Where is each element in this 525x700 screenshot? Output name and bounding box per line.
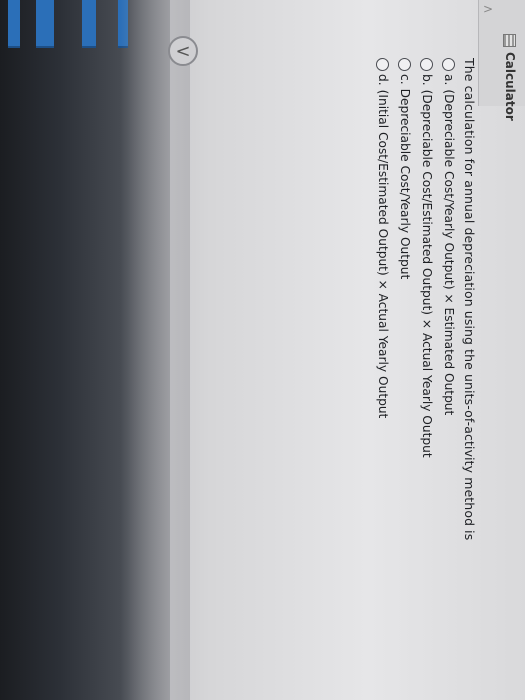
taskbar-bar bbox=[82, 0, 96, 48]
option-c[interactable]: c. Depreciable Cost/Yearly Output bbox=[395, 58, 415, 698]
question-block: The calculation for annual depreciation … bbox=[371, 58, 477, 698]
radio-unselected-icon[interactable] bbox=[442, 58, 456, 71]
calculator-tab[interactable]: > bbox=[478, 0, 525, 106]
taskbar-bar bbox=[36, 0, 54, 48]
calculator-icon bbox=[503, 34, 517, 47]
option-a[interactable]: a. (Depreciable Cost/Yearly Output) × Es… bbox=[439, 58, 459, 698]
radio-unselected-icon[interactable] bbox=[420, 58, 434, 71]
option-label: (Depreciable Cost/Yearly Output) × Estim… bbox=[442, 89, 456, 416]
option-d[interactable]: d. (Initial Cost/Estimated Output) × Act… bbox=[373, 58, 393, 698]
option-letter: a. bbox=[442, 74, 456, 86]
back-button[interactable]: < bbox=[168, 36, 198, 66]
taskbar-bar bbox=[8, 0, 20, 48]
radio-unselected-icon[interactable] bbox=[398, 58, 412, 71]
calculator-button[interactable]: Calculator bbox=[503, 34, 517, 121]
option-letter: c. bbox=[398, 74, 412, 85]
chevron-left-icon: < bbox=[175, 41, 191, 62]
radio-unselected-icon[interactable] bbox=[376, 58, 390, 71]
option-label: Depreciable Cost/Yearly Output bbox=[398, 88, 412, 280]
option-label: (Depreciable Cost/Estimated Output) × Ac… bbox=[420, 89, 434, 458]
chevron-right-icon[interactable]: > bbox=[483, 2, 493, 16]
option-letter: d. bbox=[376, 74, 390, 86]
edge-fade bbox=[120, 0, 190, 700]
question-text: The calculation for annual depreciation … bbox=[462, 58, 477, 541]
option-b[interactable]: b. (Depreciable Cost/Estimated Output) ×… bbox=[417, 58, 437, 698]
option-letter: b. bbox=[420, 74, 434, 86]
calculator-label: Calculator bbox=[503, 52, 517, 121]
screen: < > Calculator The calculation for annua… bbox=[0, 0, 525, 700]
option-label: (Initial Cost/Estimated Output) × Actual… bbox=[376, 89, 390, 419]
